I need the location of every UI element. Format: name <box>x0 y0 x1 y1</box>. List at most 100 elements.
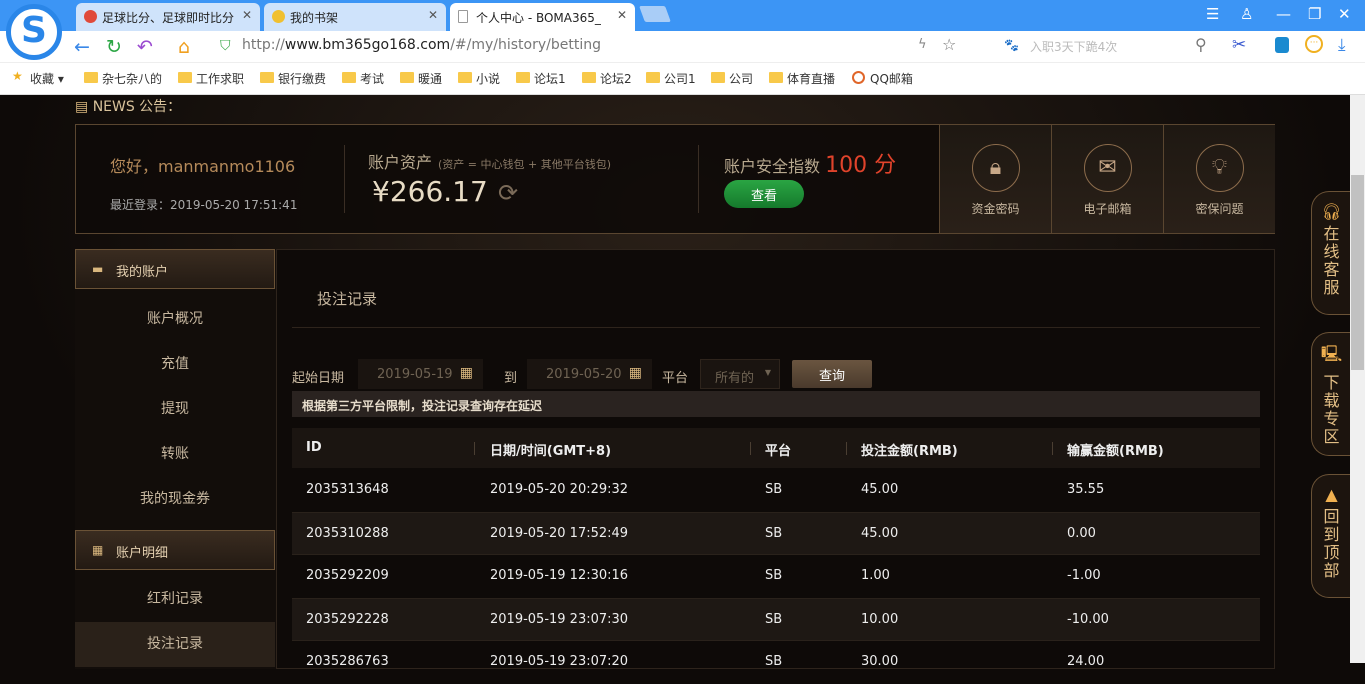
new-tab-button[interactable] <box>639 6 671 22</box>
close-icon[interactable]: ✕ <box>242 8 252 22</box>
back-icon[interactable]: ← <box>74 36 90 58</box>
table-cell: 10.00 <box>861 612 899 627</box>
tab-football[interactable]: 足球比分、足球即时比分 ✕ <box>76 3 260 31</box>
table-cell: 2019-05-20 17:52:49 <box>490 526 629 541</box>
scissors-icon[interactable]: ✂ <box>1232 35 1246 55</box>
star-icon[interactable]: ☆ <box>942 35 956 54</box>
asset-label: 账户资产 (资产 = 中心钱包 + 其他平台钱包) <box>368 153 612 172</box>
sidebar-item-withdraw[interactable]: 提现 <box>75 387 275 432</box>
dropdown-arrow-icon: ▼ <box>764 368 771 377</box>
sidebar-item-deposit[interactable]: 充值 <box>75 342 275 387</box>
calculator-icon: ▦ <box>92 543 104 557</box>
sidebar-item-coupons[interactable]: 我的现金券 <box>75 477 275 522</box>
undo-icon[interactable]: ↶ <box>137 36 153 58</box>
lightbulb-icon: 💡︎ <box>1195 144 1244 192</box>
refresh-icon[interactable]: ⟳ <box>498 179 518 207</box>
more-icon[interactable]: ··· <box>1305 35 1323 53</box>
sidebar-item-transfer[interactable]: 转账 <box>75 432 275 477</box>
calendar-icon[interactable]: ▦ <box>629 365 642 381</box>
sidebar-item-bonus[interactable]: 红利记录 <box>75 577 275 622</box>
start-date-label: 起始日期 <box>292 371 345 386</box>
column-header: 输赢金额(RMB) <box>1067 444 1164 459</box>
sidebar-item-betting[interactable]: 投注记录 <box>75 622 275 667</box>
bookmark-folder[interactable]: 公司 <box>711 70 753 87</box>
divider <box>292 327 1260 328</box>
account-summary: 您好，manmanmo1106 最近登录：2019-05-20 17:51:41… <box>75 124 1275 234</box>
table-cell: -1.00 <box>1067 568 1101 583</box>
search-input[interactable]: 入职3天下跪4次 <box>1030 38 1117 55</box>
email-button[interactable]: ✉ 电子邮箱 <box>1051 125 1163 233</box>
sidebar-section-account-details[interactable]: ▦ 账户明细 <box>75 530 275 570</box>
column-header: 平台 <box>765 444 792 459</box>
view-button[interactable]: 查看 <box>724 180 804 208</box>
download-icon[interactable]: ⤓ <box>1338 35 1346 55</box>
bookmark-folder[interactable]: 杂七杂八的 <box>84 70 162 87</box>
delay-notice: 根据第三方平台限制，投注记录查询存在延迟 <box>292 391 1260 417</box>
table-cell: 24.00 <box>1067 654 1105 669</box>
bookmark-folder[interactable]: 论坛1 <box>516 70 566 87</box>
table-header: ID 日期/时间(GMT+8) 平台 投注金额(RMB) 输赢金额(RMB) <box>292 428 1260 468</box>
platform-label: 平台 <box>662 371 689 386</box>
table-cell: 2019-05-19 12:30:16 <box>490 568 629 583</box>
table-row: 2035292228 2019-05-19 23:07:30 SB 10.00 -10.… <box>292 598 1260 641</box>
query-button[interactable]: 查询 <box>792 360 872 388</box>
news-label: ▤ NEWS 公告： <box>75 99 182 115</box>
page-icon <box>458 10 468 23</box>
fund-password-button[interactable]: 🔒︎ 资金密码 <box>939 125 1051 233</box>
minimize-icon[interactable]: — <box>1276 5 1291 23</box>
column-header: 日期/时间(GMT+8) <box>490 444 612 459</box>
menu-icon[interactable]: ☰ <box>1206 5 1219 23</box>
bookmark-folder[interactable]: 考试 <box>342 70 384 87</box>
bookmark-folder[interactable]: 工作求职 <box>178 70 244 87</box>
skin-icon[interactable]: ♙ <box>1240 5 1253 23</box>
search-icon[interactable]: ⚲ <box>1195 35 1207 54</box>
table-cell: 2035310288 <box>306 526 389 541</box>
greeting: 您好，manmanmo1106 <box>110 157 296 176</box>
bookmark-folder[interactable]: 公司1 <box>646 70 696 87</box>
close-window-icon[interactable]: ✕ <box>1338 5 1351 23</box>
close-icon[interactable]: ✕ <box>617 8 627 22</box>
end-date-input[interactable]: 2019-05-20 ▦ <box>527 359 652 389</box>
bookmark-qqmail[interactable]: QQ邮箱 <box>852 70 913 87</box>
download-area-button[interactable]: 🖳 下载专区 <box>1311 332 1351 456</box>
security-question-button[interactable]: 💡︎ 密保问题 <box>1163 125 1275 233</box>
bookmark-folder[interactable]: 银行缴费 <box>260 70 326 87</box>
platform-select[interactable]: 所有的 ▼ <box>700 359 780 389</box>
back-to-top-button[interactable]: ▲ 回到顶部 <box>1311 474 1351 598</box>
table-cell: 35.55 <box>1067 482 1105 497</box>
shield-icon: ⛉ <box>220 38 231 54</box>
sidebar-section-my-account[interactable]: ▬ 我的账户 <box>75 249 275 289</box>
url-input[interactable]: http://www.bm365go168.com/#/my/history/b… <box>242 37 601 53</box>
bookmark-folder[interactable]: 暖通 <box>400 70 442 87</box>
to-label: 到 <box>504 371 518 386</box>
restore-icon[interactable]: ❐ <box>1308 5 1321 23</box>
table-cell: 45.00 <box>861 526 899 541</box>
table-cell: 30.00 <box>861 654 899 669</box>
card-icon: ▬ <box>92 262 104 276</box>
close-icon[interactable]: ✕ <box>428 8 438 22</box>
mail-icon: ✉ <box>1083 144 1132 192</box>
qq-icon <box>852 71 865 84</box>
online-service-button[interactable]: 🎧︎ 在线客服 <box>1311 191 1351 315</box>
table-row: 2035310288 2019-05-20 17:52:49 SB 45.00 0.00 <box>292 512 1260 555</box>
table-cell: SB <box>765 482 783 497</box>
refresh-icon[interactable]: ↻ <box>106 36 122 58</box>
bookmark-folder[interactable]: 体育直播 <box>769 70 835 87</box>
tab-bookshelf[interactable]: 我的书架 ✕ <box>264 3 446 31</box>
sidebar-item-overview[interactable]: 账户概况 <box>75 297 275 342</box>
scrollbar-thumb[interactable] <box>1351 175 1364 370</box>
tab-personal-center[interactable]: 个人中心 - BOMA365_ ✕ <box>450 3 635 31</box>
bookmark-favorites[interactable]: ★ 收藏 ▾ <box>12 69 64 87</box>
extension-icon[interactable] <box>1275 37 1289 53</box>
calendar-icon[interactable]: ▦ <box>460 365 473 381</box>
lightning-icon[interactable]: ϟ <box>918 37 927 52</box>
table-cell: 2019-05-19 23:07:20 <box>490 654 629 669</box>
bookmark-folder[interactable]: 小说 <box>458 70 500 87</box>
table-cell: 0.00 <box>1067 526 1096 541</box>
home-icon[interactable]: ⌂ <box>178 36 190 58</box>
bookmark-folder[interactable]: 论坛2 <box>582 70 632 87</box>
browser-logo: S <box>6 4 62 60</box>
start-date-input[interactable]: 2019-05-19 ▦ <box>358 359 483 389</box>
column-header: 投注金额(RMB) <box>861 444 958 459</box>
table-row: 2035292209 2019-05-19 12:30:16 SB 1.00 -1.00 <box>292 555 1260 598</box>
